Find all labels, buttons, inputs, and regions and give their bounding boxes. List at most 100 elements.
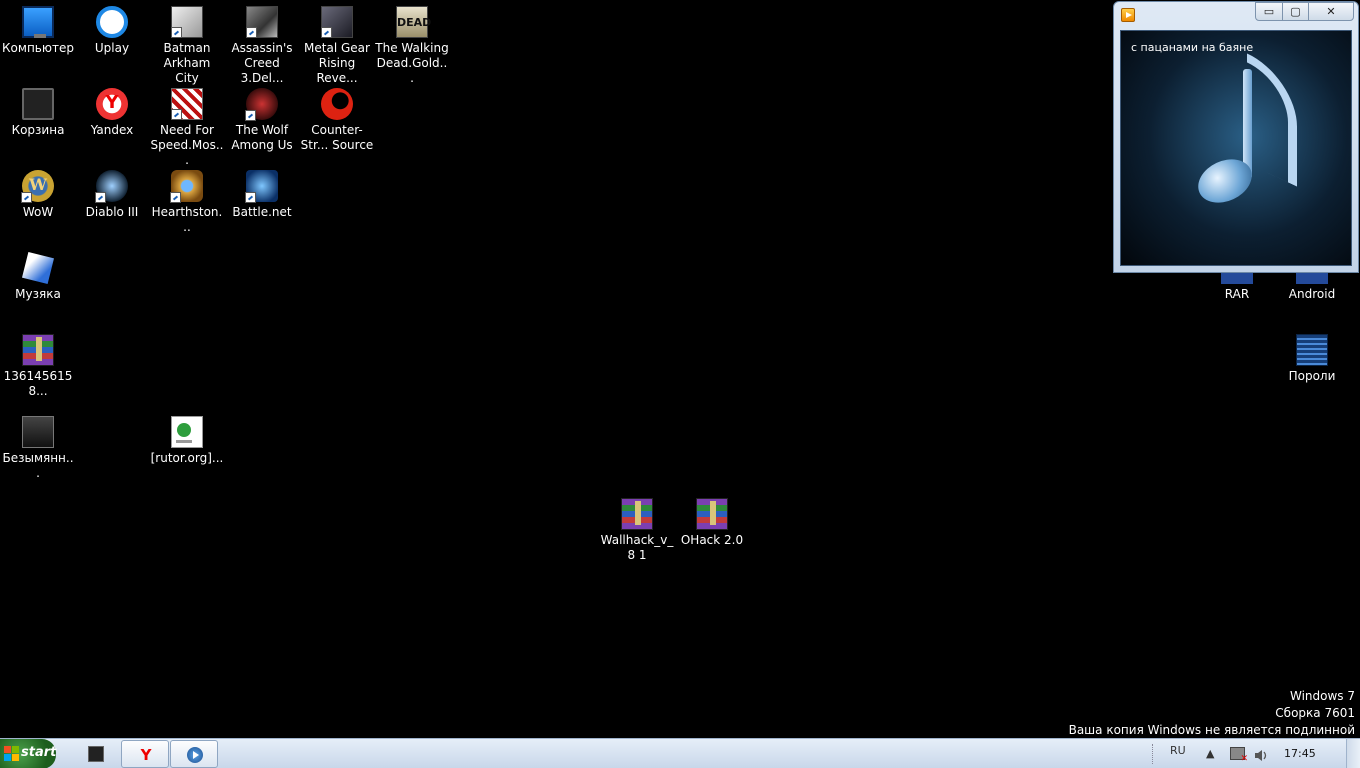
icon-label: Корзина <box>11 123 65 137</box>
watermark-notice: Ваша копия Windows не является подлинной <box>1068 723 1355 737</box>
battlenet-icon <box>245 170 278 203</box>
wolf-among-us-icon <box>245 88 278 121</box>
icon-label: Batman Arkham City <box>163 41 211 85</box>
music-folder-icon <box>22 252 54 284</box>
icon-label: Yandex <box>90 123 134 137</box>
icon-label: Музяка <box>15 287 61 301</box>
windows-logo-icon <box>4 746 20 762</box>
desktop-icon-torrent[interactable]: [rutor.org]... <box>149 410 225 490</box>
icon-label: Counter-Str... Source <box>300 123 374 152</box>
assassins-creed-icon <box>246 6 278 38</box>
image-file-icon <box>22 416 54 448</box>
icon-label: Uplay <box>94 41 130 55</box>
window-titlebar[interactable]: ▭ ▢ ✕ <box>1114 2 1358 26</box>
shortcut-arrow-icon <box>21 192 32 203</box>
windows-activation-watermark: Windows 7 Сборка 7601 Ваша копия Windows… <box>1069 688 1355 739</box>
metal-gear-icon <box>321 6 353 38</box>
taskbar: start Y RU ▲ 17:45 <box>0 738 1360 768</box>
desktop-icon-counter-strike[interactable]: Counter-Str... Source <box>299 82 375 162</box>
yandex-icon: Y <box>96 88 128 120</box>
show-hidden-icons-button[interactable]: ▲ <box>1206 747 1214 760</box>
desktop-icon-recycle-bin[interactable]: Корзина <box>0 82 76 162</box>
icon-label: Hearthston... <box>151 205 223 234</box>
desktop-icon-uplay[interactable]: Uplay <box>74 0 150 80</box>
minimize-button[interactable]: ▭ <box>1255 2 1283 21</box>
desktop-icon-batman[interactable]: Batman Arkham City <box>149 0 225 85</box>
language-indicator[interactable]: RU <box>1170 744 1186 757</box>
close-button[interactable]: ✕ <box>1308 2 1354 21</box>
winrar-archive-icon <box>621 498 653 530</box>
desktop-icon-untitled[interactable]: Безымянн... <box>0 410 76 490</box>
desktop-icon-wallhack[interactable]: Wallhack_v_8 1 <box>599 492 675 572</box>
shortcut-arrow-icon <box>171 27 182 38</box>
desktop-icon-nfs[interactable]: Need For Speed.Mos... <box>149 82 225 167</box>
shortcut-arrow-icon <box>245 110 256 121</box>
volume-icon[interactable] <box>1254 747 1268 761</box>
now-playing-area[interactable]: с пацанами на баяне <box>1120 30 1352 266</box>
shortcut-arrow-icon <box>321 27 332 38</box>
nfs-icon <box>171 88 203 120</box>
text-document-icon <box>1296 334 1328 366</box>
uplay-icon <box>96 6 128 38</box>
network-disconnected-icon[interactable] <box>1230 747 1248 764</box>
icon-label: Безымянн... <box>2 451 74 480</box>
counter-strike-icon <box>321 88 353 120</box>
desktop-icon-walking-dead[interactable]: DEAD The Walking Dead.Gold... <box>374 0 450 85</box>
watermark-os: Windows 7 <box>1289 689 1355 703</box>
maximize-button[interactable]: ▢ <box>1282 2 1309 21</box>
torrent-file-icon <box>171 416 203 448</box>
icon-label: 1361456158... <box>3 369 73 398</box>
icon-label: RAR <box>1224 287 1250 301</box>
music-note-icon <box>1191 53 1311 211</box>
desktop-icon-hearthstone[interactable]: Hearthston... <box>149 164 225 244</box>
track-title: с пацанами на баяне <box>1131 41 1254 54</box>
icon-label: Assassin's Creed 3.Del... <box>231 41 293 85</box>
walking-dead-art-text: DEAD <box>397 16 432 29</box>
winrar-archive-icon <box>22 334 54 366</box>
icon-label: Пороли <box>1288 369 1336 383</box>
show-desktop-button[interactable] <box>1346 739 1360 768</box>
icon-label: Battle.net <box>232 205 292 219</box>
icon-label: Need For Speed.Mos... <box>150 123 224 167</box>
icon-label: [rutor.org]... <box>150 451 224 465</box>
icon-label: OHack 2.0 <box>680 533 744 547</box>
system-tray: RU ▲ 17:45 <box>1148 739 1338 768</box>
watermark-build: Сборка 7601 <box>1275 706 1355 720</box>
shortcut-arrow-icon <box>95 192 106 203</box>
desktop-icon-metal-gear[interactable]: Metal Gear Rising Reve... <box>299 0 375 85</box>
yandex-icon: Y <box>140 746 152 764</box>
icon-label: Android <box>1288 287 1336 301</box>
taskbar-app-yandex[interactable]: Y <box>121 740 169 768</box>
diablo-icon <box>95 170 128 203</box>
shortcut-arrow-icon <box>170 192 181 203</box>
wow-icon: W <box>21 170 54 203</box>
winrar-archive-icon <box>696 498 728 530</box>
icon-label: Diablo III <box>85 205 139 219</box>
media-player-icon <box>1121 8 1135 22</box>
start-button[interactable]: start <box>0 739 56 768</box>
media-player-window[interactable]: ▭ ▢ ✕ с пацанами на баяне <box>1113 1 1359 273</box>
desktop-icon-yandex[interactable]: Y Yandex <box>74 82 150 162</box>
desktop-icon-ohack[interactable]: OHack 2.0 <box>674 492 750 572</box>
desktop[interactable]: Компьютер Uplay Batman Arkham City Assas… <box>0 0 1360 738</box>
shortcut-arrow-icon <box>245 192 256 203</box>
shortcut-arrow-icon <box>246 27 257 38</box>
desktop-icon-music[interactable]: Музяка <box>0 246 76 326</box>
clock[interactable]: 17:45 <box>1284 747 1316 760</box>
computer-icon <box>22 6 54 38</box>
desktop-icon-archive[interactable]: 1361456158... <box>0 328 76 408</box>
desktop-icon-passwords[interactable]: Пороли <box>1274 328 1350 408</box>
icon-label: The Walking Dead.Gold... <box>375 41 449 85</box>
desktop-icon-computer[interactable]: Компьютер <box>0 0 76 80</box>
icon-label: The Wolf Among Us <box>231 123 293 152</box>
start-label: start <box>21 745 57 760</box>
batman-game-icon <box>171 6 203 38</box>
media-player-icon <box>187 747 203 763</box>
desktop-icon-assassins-creed[interactable]: Assassin's Creed 3.Del... <box>224 0 300 85</box>
desktop-icon-battlenet[interactable]: Battle.net <box>224 164 300 244</box>
desktop-icon-wolf-among-us[interactable]: The Wolf Among Us <box>224 82 300 162</box>
desktop-icon-diablo[interactable]: Diablo III <box>74 164 150 244</box>
taskbar-app-media-player[interactable] <box>170 740 218 768</box>
taskbar-app-cmd[interactable] <box>72 740 120 768</box>
desktop-icon-wow[interactable]: W WoW <box>0 164 76 244</box>
